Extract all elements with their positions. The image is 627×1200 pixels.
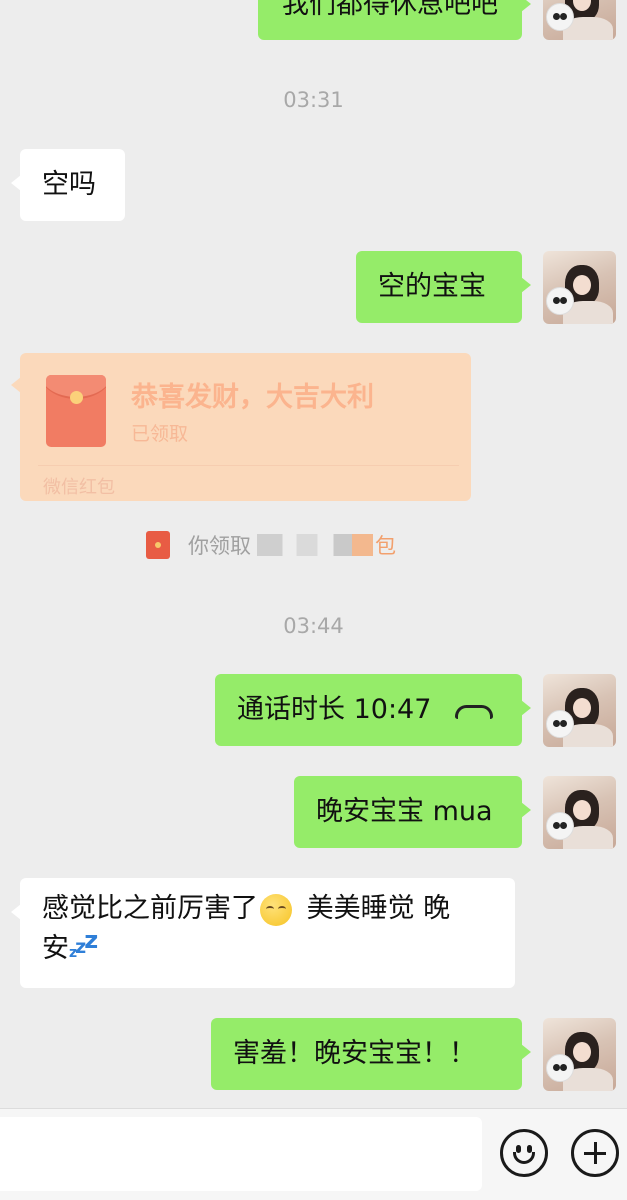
avatar[interactable]: [543, 1018, 616, 1091]
avatar[interactable]: [543, 674, 616, 747]
message-bubble-outgoing[interactable]: 害羞！晚安宝宝！！: [211, 1018, 531, 1090]
avatar[interactable]: [543, 776, 616, 849]
blushing-face-icon: [260, 893, 292, 926]
red-packet-footer: 微信红包: [43, 477, 115, 498]
red-packet-card[interactable]: 恭喜发财，大吉大利 已领取 微信红包: [11, 353, 471, 501]
input-bar: [0, 1108, 627, 1200]
message-text: 我们都得休息吧吧: [282, 0, 498, 20]
message-bubble-outgoing[interactable]: 晚安宝宝 mua: [294, 776, 531, 848]
message-bubble-incoming[interactable]: 感觉比之前厉害了 美美睡觉 晚 安zzz: [11, 878, 515, 988]
plus-circle-icon[interactable]: [571, 1129, 619, 1177]
phone-hangup-icon: [455, 705, 494, 719]
timestamp: 03:31: [283, 88, 344, 112]
chat-area[interactable]: 我们都得休息吧吧 03:31 空吗 空的宝宝 恭喜发财，大吉大利 已领取 微信红…: [0, 0, 627, 1108]
red-envelope-icon: [146, 531, 170, 559]
message-text: 晚安宝宝 mua: [316, 796, 493, 827]
red-packet-title: 恭喜发财，大吉大利: [131, 382, 374, 413]
red-packet-status: 已领取: [131, 423, 189, 445]
call-duration-text: 通话时长 10:47: [237, 694, 432, 725]
message-text: 美美睡觉 晚: [298, 893, 451, 924]
timestamp: 03:44: [283, 614, 344, 638]
message-text: 害羞！晚安宝宝！！: [233, 1038, 476, 1069]
redacted-text: [257, 534, 373, 556]
smiley-face-icon[interactable]: [500, 1129, 548, 1177]
message-bubble-outgoing[interactable]: 空的宝宝: [356, 251, 531, 323]
red-envelope-icon: [46, 375, 106, 447]
system-notice: 你领取 包: [146, 530, 396, 560]
message-text: 感觉比之前厉害了: [42, 893, 258, 924]
message-text: 安: [42, 933, 69, 964]
call-record-bubble[interactable]: 通话时长 10:47: [215, 674, 531, 746]
avatar[interactable]: [543, 0, 616, 40]
message-input[interactable]: [0, 1117, 482, 1191]
avatar[interactable]: [543, 251, 616, 324]
message-text: 空吗: [42, 169, 96, 200]
system-notice-text: 你领取: [188, 534, 251, 558]
message-bubble-incoming[interactable]: 空吗: [11, 149, 125, 221]
zzz-sleep-icon: zzz: [69, 926, 98, 961]
message-bubble-outgoing[interactable]: 我们都得休息吧吧: [258, 0, 531, 40]
system-notice-link[interactable]: 包: [375, 530, 396, 560]
divider: [38, 465, 459, 466]
message-text: 空的宝宝: [378, 271, 486, 302]
